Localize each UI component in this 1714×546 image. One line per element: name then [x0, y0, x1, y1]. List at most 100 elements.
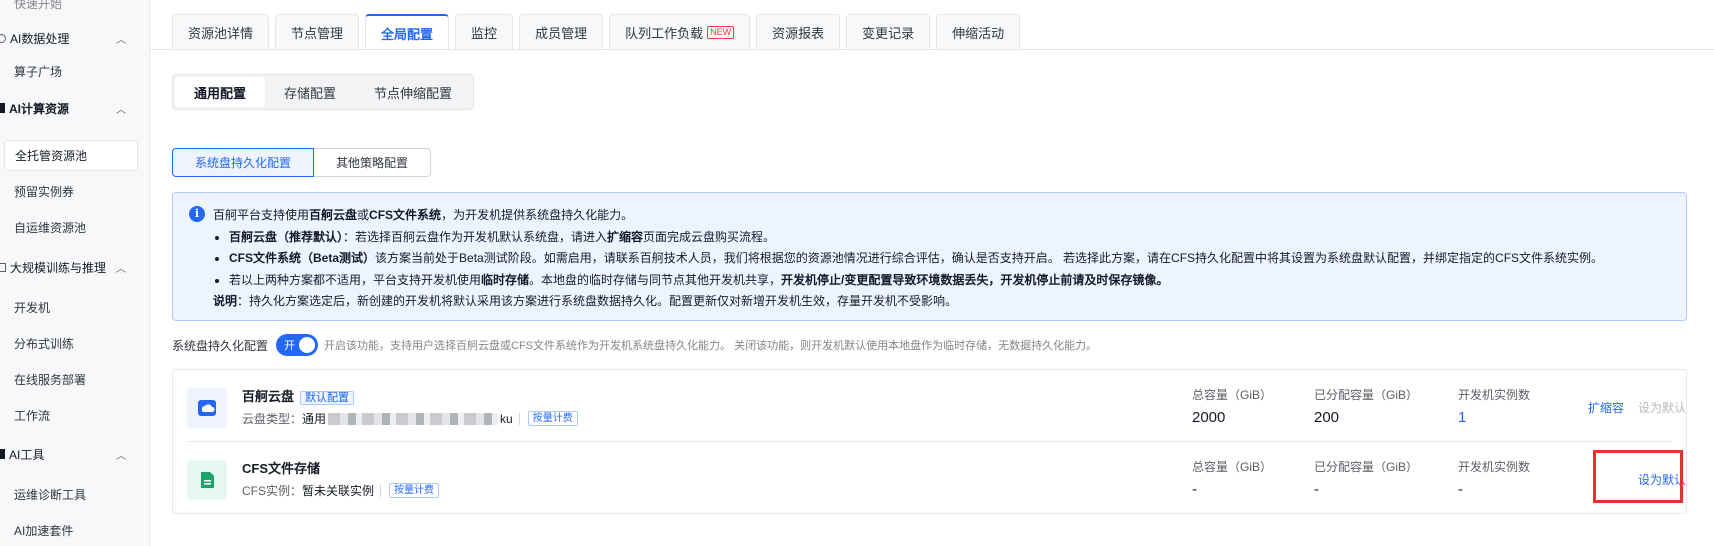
grid-icon — [0, 103, 5, 113]
switch-state: 开 — [284, 340, 296, 352]
tab-label: 队列工作负载 — [625, 26, 704, 41]
sidebar: 快速开始 AI数据处理 ︿ 算子广场 AI计算资源 ︿ 全托管资源池 预留实例券… — [0, 0, 150, 546]
text: 开发机停止/变更配置导致环境数据丢失，开发机停止前请及时保存镜像。 — [781, 272, 1169, 287]
tab-node-management[interactable]: 节点管理 — [275, 14, 360, 50]
tab-global-config[interactable]: 全局配置 — [365, 14, 450, 50]
billing-tag: 按量计费 — [389, 483, 440, 498]
sidebar-group-ai-data[interactable]: AI数据处理 ︿ — [0, 23, 126, 53]
info-list: 百舸云盘（推荐默认）：若选择百舸云盘作为开发机默认系统盘，请进入扩缩容页面完成云… — [213, 227, 1670, 292]
sidebar-group-large-scale[interactable]: 大规模训练与推理 ︿ — [0, 252, 126, 282]
value: - — [1192, 481, 1197, 498]
tab-queue-workload[interactable]: 队列工作负载 NEW — [609, 14, 751, 50]
sidebar-item-devmachine[interactable]: 开发机 — [0, 292, 50, 322]
storage-list: 百舸云盘 默认配置 云盘类型： 通用 ku 按量计费 总容量（GiB） 2000 … — [172, 369, 1687, 514]
storage-subtitle: 云盘类型： 通用 ku 按量计费 — [242, 410, 578, 427]
cfs-storage-icon — [187, 460, 227, 500]
text: 百舸云盘 — [242, 389, 295, 404]
text: 百舸云盘 — [309, 208, 358, 222]
sidebar-item-self-managed-pool[interactable]: 自运维资源池 — [0, 212, 86, 242]
tab-change-log[interactable]: 变更记录 — [846, 14, 931, 50]
highlight-box — [1593, 450, 1683, 503]
train-icon — [0, 262, 6, 272]
toggle-label: 系统盘持久化配置 — [172, 338, 269, 353]
tab-members[interactable]: 成员管理 — [519, 14, 604, 50]
sidebar-group-ai-tools[interactable]: AI工具 ︿ — [0, 439, 126, 469]
disk-type-value: 通用 — [302, 412, 327, 426]
allocated-capacity: 已分配容量（GiB） - — [1314, 458, 1418, 498]
text: ：持久化方案选定后，新创建的开发机将默认采用该方案进行系统盘数据持久化。配置更新… — [237, 294, 958, 308]
disk-type-suffix: ku — [500, 411, 513, 426]
chevron-up-icon[interactable]: ︿ — [116, 101, 126, 116]
text: 已分配容量（GiB） — [1314, 460, 1419, 474]
sidebar-group-label: AI工具 — [9, 447, 45, 462]
text: 开发机实例数 — [1458, 388, 1531, 402]
cfs-instance-value: 暂未关联实例 — [302, 484, 375, 498]
toggle-description: 开启该功能，支持用户选择百舸云盘或CFS文件系统作为开发机系统盘持久化能力。 关… — [324, 340, 1098, 352]
total-capacity: 总容量（GiB） 2000 — [1192, 386, 1272, 426]
info-alert: i 百舸平台支持使用百舸云盘或CFS文件系统，为开发机提供系统盘持久化能力。 百… — [172, 192, 1687, 321]
sidebar-group-label: AI计算资源 — [9, 101, 70, 116]
sidebar-group-label: 大规模训练与推理 — [10, 260, 107, 275]
tab-monitoring[interactable]: 监控 — [455, 14, 514, 50]
sidebar-item-acceleration[interactable]: AI加速套件 — [0, 515, 73, 545]
tab-resource-report[interactable]: 资源报表 — [756, 14, 841, 50]
sidebar-item-distributed-training[interactable]: 分布式训练 — [0, 328, 74, 358]
sidebar-item-operators[interactable]: 算子广场 — [0, 56, 62, 86]
tabs-divider — [150, 49, 1714, 50]
chevron-up-icon[interactable]: ︿ — [116, 31, 126, 46]
value: - — [1314, 481, 1319, 498]
info-icon: i — [189, 206, 205, 222]
sidebar-item-reserved-coupons[interactable]: 预留实例券 — [0, 176, 74, 206]
tab-general-config[interactable]: 通用配置 — [175, 77, 266, 107]
text: 总容量（GiB） — [1192, 388, 1273, 402]
strategy-tabs: 系统盘持久化配置 其他策略配置 — [172, 148, 432, 177]
persistence-toggle-row: 系统盘持久化配置 开 开启该功能，支持用户选择百舸云盘或CFS文件系统作为开发机… — [172, 334, 1097, 356]
tab-storage-config[interactable]: 存储配置 — [265, 77, 355, 107]
text: 页面完成云盘购买流程。 — [643, 229, 776, 244]
total-capacity: 总容量（GiB） - — [1192, 458, 1272, 498]
text: 该方案当前处于Beta测试阶段。如需启用，请联系百舸技术人员，我们将根据您的资源… — [375, 251, 1604, 265]
chevron-up-icon[interactable]: ︿ — [116, 260, 126, 275]
text: 说明 — [213, 294, 238, 308]
text: 百舸云盘（推荐默认） — [229, 229, 344, 244]
info-intro: 百舸平台支持使用百舸云盘或CFS文件系统，为开发机提供系统盘持久化能力。 — [213, 205, 1670, 227]
persistence-switch[interactable]: 开 — [276, 334, 319, 356]
tab-other-strategy[interactable]: 其他策略配置 — [314, 148, 432, 177]
sidebar-item-managed-pool[interactable]: 全托管资源池 — [4, 140, 138, 171]
storage-row-cfs: CFS文件存储 CFS实例： 暂未关联实例 按量计费 总容量（GiB） - 已分… — [187, 442, 1686, 514]
switch-knob — [299, 337, 316, 353]
tab-system-disk-persistence[interactable]: 系统盘持久化配置 — [172, 148, 315, 177]
tab-node-scaling-config[interactable]: 节点伸缩配置 — [355, 77, 471, 107]
info-item-disk: 百舸云盘（推荐默认）：若选择百舸云盘作为开发机默认系统盘，请进入扩缩容页面完成云… — [229, 227, 1670, 249]
sidebar-item-online-service[interactable]: 在线服务部署 — [0, 364, 86, 394]
text: 开发机实例数 — [1458, 460, 1531, 474]
instance-count: 开发机实例数 - — [1458, 458, 1530, 498]
text: 扩缩容 — [607, 229, 644, 244]
set-default-button[interactable]: 设为默认 — [1638, 399, 1686, 416]
scale-button[interactable]: 扩缩容 — [1588, 399, 1624, 416]
info-item-cfs: CFS文件系统（Beta测试）该方案当前处于Beta测试阶段。如需启用，请联系百… — [229, 248, 1670, 270]
tab-scaling-activity[interactable]: 伸缩活动 — [936, 14, 1021, 50]
value: - — [1458, 481, 1463, 498]
redacted-block — [328, 412, 499, 425]
storage-title: CFS文件存储 — [242, 461, 321, 476]
instance-count: 开发机实例数 1 — [1458, 386, 1530, 426]
text: ，为开发机提供系统盘持久化能力。 — [441, 208, 634, 222]
divider — [518, 412, 520, 425]
sidebar-group-ai-compute[interactable]: AI计算资源 ︿ — [0, 93, 126, 123]
storage-subtitle: CFS实例： 暂未关联实例 按量计费 — [242, 482, 440, 499]
instance-count-link[interactable]: 1 — [1458, 409, 1530, 426]
sidebar-item-diagnostics[interactable]: 运维诊断工具 — [0, 479, 86, 509]
text: 。本地盘的临时存储与同节点其他开发机共享， — [529, 272, 782, 287]
sidebar-item-quickstart[interactable]: 快速开始 — [0, 0, 62, 18]
tools-icon — [0, 449, 5, 459]
text: 总容量（GiB） — [1192, 460, 1273, 474]
chevron-up-icon[interactable]: ︿ — [116, 447, 126, 462]
divider — [380, 484, 382, 497]
tab-pool-details[interactable]: 资源池详情 — [172, 14, 270, 50]
value: 200 — [1314, 409, 1340, 426]
text: CFS文件系统（Beta测试） — [229, 251, 376, 265]
page-tabs: 资源池详情 节点管理 全局配置 监控 成员管理 队列工作负载 NEW 资源报表 … — [172, 14, 1026, 50]
sidebar-item-workflow[interactable]: 工作流 — [0, 400, 50, 430]
data-icon — [0, 33, 6, 43]
